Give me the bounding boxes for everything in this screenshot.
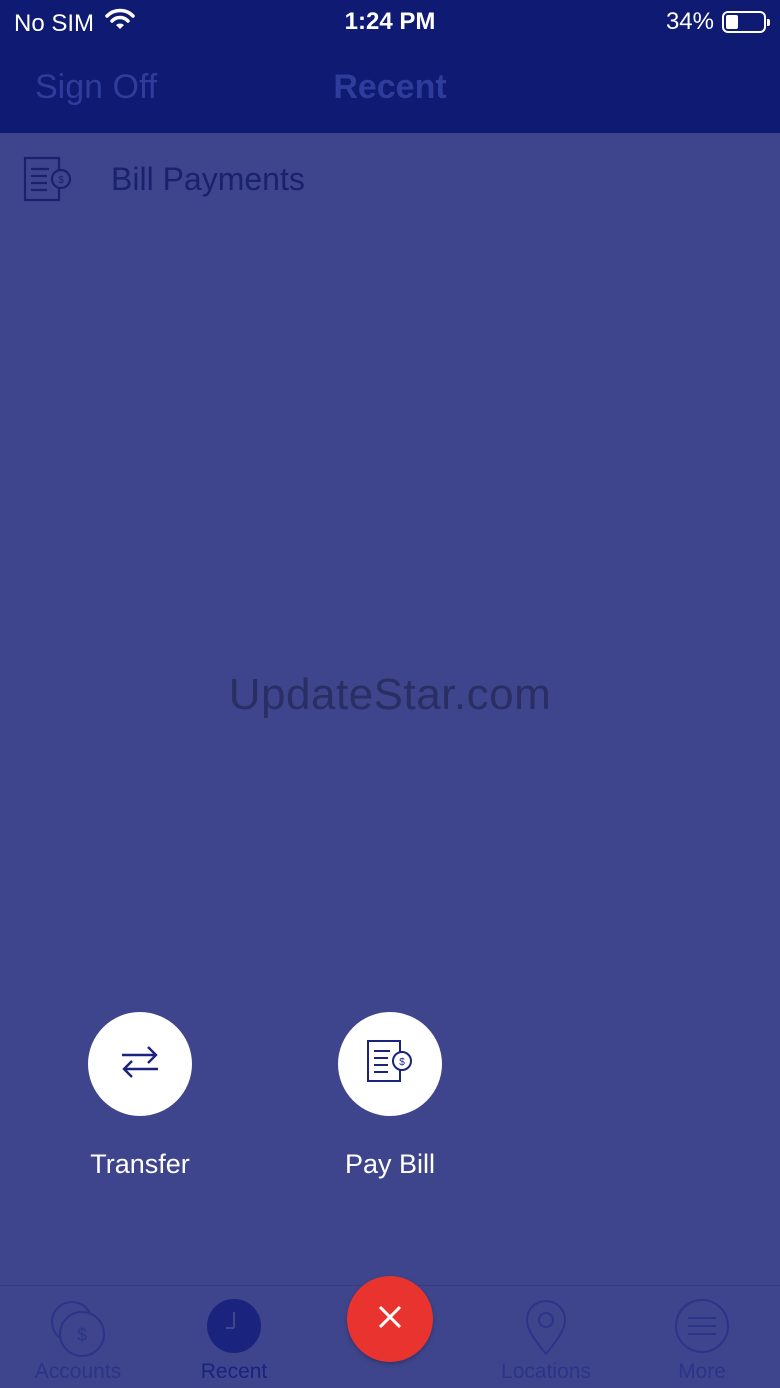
clock-icon bbox=[156, 1298, 312, 1358]
tab-recent[interactable]: Recent bbox=[156, 1286, 312, 1388]
pay-bill-circle[interactable]: $ bbox=[338, 1012, 442, 1116]
bill-icon: $ bbox=[22, 155, 74, 208]
close-button[interactable] bbox=[347, 1276, 433, 1362]
status-right: 34% bbox=[665, 8, 770, 36]
bill-icon: $ bbox=[364, 1037, 416, 1092]
tab-more[interactable]: More bbox=[624, 1286, 780, 1388]
tab-label: Recent bbox=[200, 1360, 268, 1383]
accounts-icon: $ bbox=[0, 1298, 156, 1358]
tab-locations[interactable]: Locations bbox=[468, 1286, 624, 1388]
tab-label: Locations bbox=[501, 1360, 591, 1383]
status-time: 1:24 PM bbox=[344, 8, 436, 35]
location-pin-icon bbox=[468, 1298, 624, 1358]
pay-bill-button[interactable]: $ Pay Bill bbox=[300, 1012, 480, 1180]
tab-label: More bbox=[678, 1360, 726, 1383]
svg-text:$: $ bbox=[399, 1057, 405, 1068]
page-title: Recent bbox=[333, 68, 447, 106]
watermark: UpdateStar.com bbox=[228, 670, 552, 719]
transfer-label: Transfer bbox=[90, 1149, 190, 1179]
tab-label: Accounts bbox=[34, 1360, 122, 1383]
close-icon bbox=[375, 1302, 405, 1337]
battery-percent: 34% bbox=[665, 8, 714, 35]
pay-bill-label: Pay Bill bbox=[344, 1149, 436, 1179]
list-item-bill-payments[interactable]: $ Bill Payments bbox=[0, 133, 780, 227]
transfer-circle[interactable] bbox=[88, 1012, 192, 1116]
transfer-arrows-icon bbox=[116, 1038, 164, 1091]
tab-accounts[interactable]: $ Accounts bbox=[0, 1286, 156, 1388]
svg-text:$: $ bbox=[58, 175, 64, 186]
battery-icon bbox=[722, 11, 770, 33]
menu-icon bbox=[624, 1298, 780, 1358]
status-bar: No SIM 1:24 PM 34% bbox=[0, 0, 780, 44]
list-item-label: Bill Payments bbox=[111, 161, 305, 197]
svg-text:$: $ bbox=[77, 1325, 87, 1345]
nav-bar: Sign Off Recent bbox=[0, 44, 780, 133]
transfer-button[interactable]: Transfer bbox=[50, 1012, 230, 1180]
